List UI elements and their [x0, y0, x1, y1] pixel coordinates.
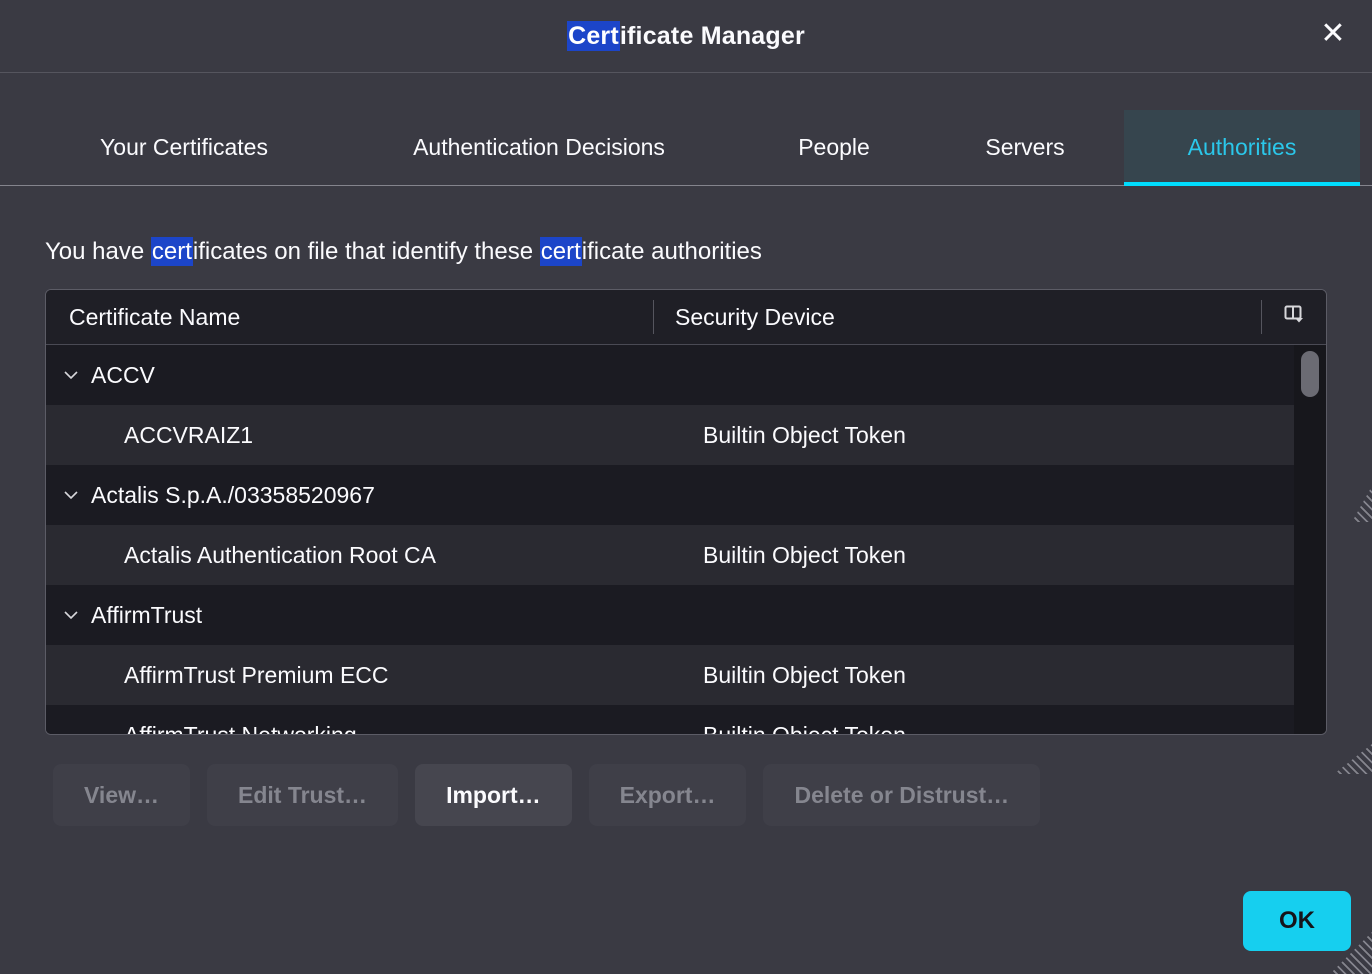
desc-segment: ificate authorities	[582, 238, 762, 265]
chevron-down-icon[interactable]	[63, 370, 79, 380]
cert-group-name: Actalis S.p.A./03358520967	[91, 482, 375, 509]
tab-people[interactable]: People	[742, 110, 926, 185]
page-title: Certificate Manager	[567, 22, 805, 51]
certificate-table: Certificate Name Security Device ACCV AC…	[45, 289, 1327, 735]
tab-label: Authorities	[1188, 134, 1297, 161]
table-body: ACCV ACCVRAIZ1 Builtin Object Token Acta…	[46, 345, 1326, 735]
table-row-group[interactable]: AffirmTrust	[46, 585, 1296, 645]
cert-name: AffirmTrust Networking	[124, 722, 357, 736]
chevron-down-icon[interactable]	[63, 490, 79, 500]
row-name-cell: AffirmTrust Networking	[46, 722, 658, 736]
column-header-certificate-name[interactable]: Certificate Name	[46, 304, 653, 331]
table-row[interactable]: ACCVRAIZ1 Builtin Object Token	[46, 405, 1296, 465]
row-device-cell: Builtin Object Token	[658, 542, 1296, 569]
cert-group-name: ACCV	[91, 362, 155, 389]
title-find-highlight: Cert	[567, 21, 620, 51]
active-tab-underline	[1124, 182, 1360, 186]
edit-trust-button[interactable]: Edit Trust…	[207, 764, 398, 826]
title-rest: ificate Manager	[620, 22, 805, 50]
table-row[interactable]: Actalis Authentication Root CA Builtin O…	[46, 525, 1296, 585]
tab-your-certificates[interactable]: Your Certificates	[32, 110, 336, 185]
tab-authorities[interactable]: Authorities	[1124, 110, 1360, 185]
resize-grip-edge	[1352, 486, 1372, 522]
cert-name: ACCVRAIZ1	[124, 422, 253, 449]
row-device-cell: Builtin Object Token	[658, 662, 1296, 689]
row-name-cell: AffirmTrust Premium ECC	[46, 662, 658, 689]
tab-label: Servers	[985, 134, 1064, 161]
table-row[interactable]: AffirmTrust Networking Builtin Object To…	[46, 705, 1296, 735]
cert-group-name: AffirmTrust	[91, 602, 202, 629]
tab-label: Your Certificates	[100, 134, 268, 161]
export-button[interactable]: Export…	[589, 764, 747, 826]
scrollbar-thumb[interactable]	[1301, 351, 1319, 397]
desc-find-highlight: cert	[151, 237, 193, 266]
import-button[interactable]: Import…	[415, 764, 572, 826]
row-device-cell: Builtin Object Token	[658, 722, 1296, 736]
column-picker-icon	[1283, 303, 1305, 331]
table-row[interactable]: AffirmTrust Premium ECC Builtin Object T…	[46, 645, 1296, 705]
row-name-cell: ACCVRAIZ1	[46, 422, 658, 449]
ok-button[interactable]: OK	[1243, 891, 1351, 951]
desc-segment: ificates on file that identify these	[193, 238, 540, 265]
tab-label: Authentication Decisions	[413, 134, 665, 161]
table-header: Certificate Name Security Device	[46, 290, 1326, 345]
table-row-group[interactable]: ACCV	[46, 345, 1296, 405]
cert-name: AffirmTrust Premium ECC	[124, 662, 389, 689]
cert-name: Actalis Authentication Root CA	[124, 542, 436, 569]
dialog-titlebar: Certificate Manager ✕	[0, 0, 1372, 73]
row-name-cell: ACCV	[46, 362, 658, 389]
chevron-down-icon[interactable]	[63, 610, 79, 620]
tab-label: People	[798, 134, 870, 161]
row-name-cell: AffirmTrust	[46, 602, 658, 629]
column-header-security-device[interactable]: Security Device	[654, 304, 1261, 331]
table-row-group[interactable]: Actalis S.p.A./03358520967	[46, 465, 1296, 525]
view-button[interactable]: View…	[53, 764, 190, 826]
delete-or-distrust-button[interactable]: Delete or Distrust…	[763, 764, 1040, 826]
row-device-cell: Builtin Object Token	[658, 422, 1296, 449]
row-name-cell: Actalis S.p.A./03358520967	[46, 482, 658, 509]
desc-find-highlight: cert	[540, 237, 582, 266]
close-icon[interactable]: ✕	[1310, 10, 1356, 56]
column-picker-button[interactable]	[1262, 303, 1326, 331]
action-button-row: View… Edit Trust… Import… Export… Delete…	[53, 764, 1372, 826]
description-text: You have certificates on file that ident…	[45, 238, 1327, 266]
tab-servers[interactable]: Servers	[926, 110, 1124, 185]
tab-bar: Your Certificates Authentication Decisio…	[0, 110, 1372, 186]
scrollbar-track[interactable]	[1294, 345, 1326, 735]
tab-authentication-decisions[interactable]: Authentication Decisions	[336, 110, 742, 185]
row-name-cell: Actalis Authentication Root CA	[46, 542, 658, 569]
desc-segment: You have	[45, 238, 151, 265]
